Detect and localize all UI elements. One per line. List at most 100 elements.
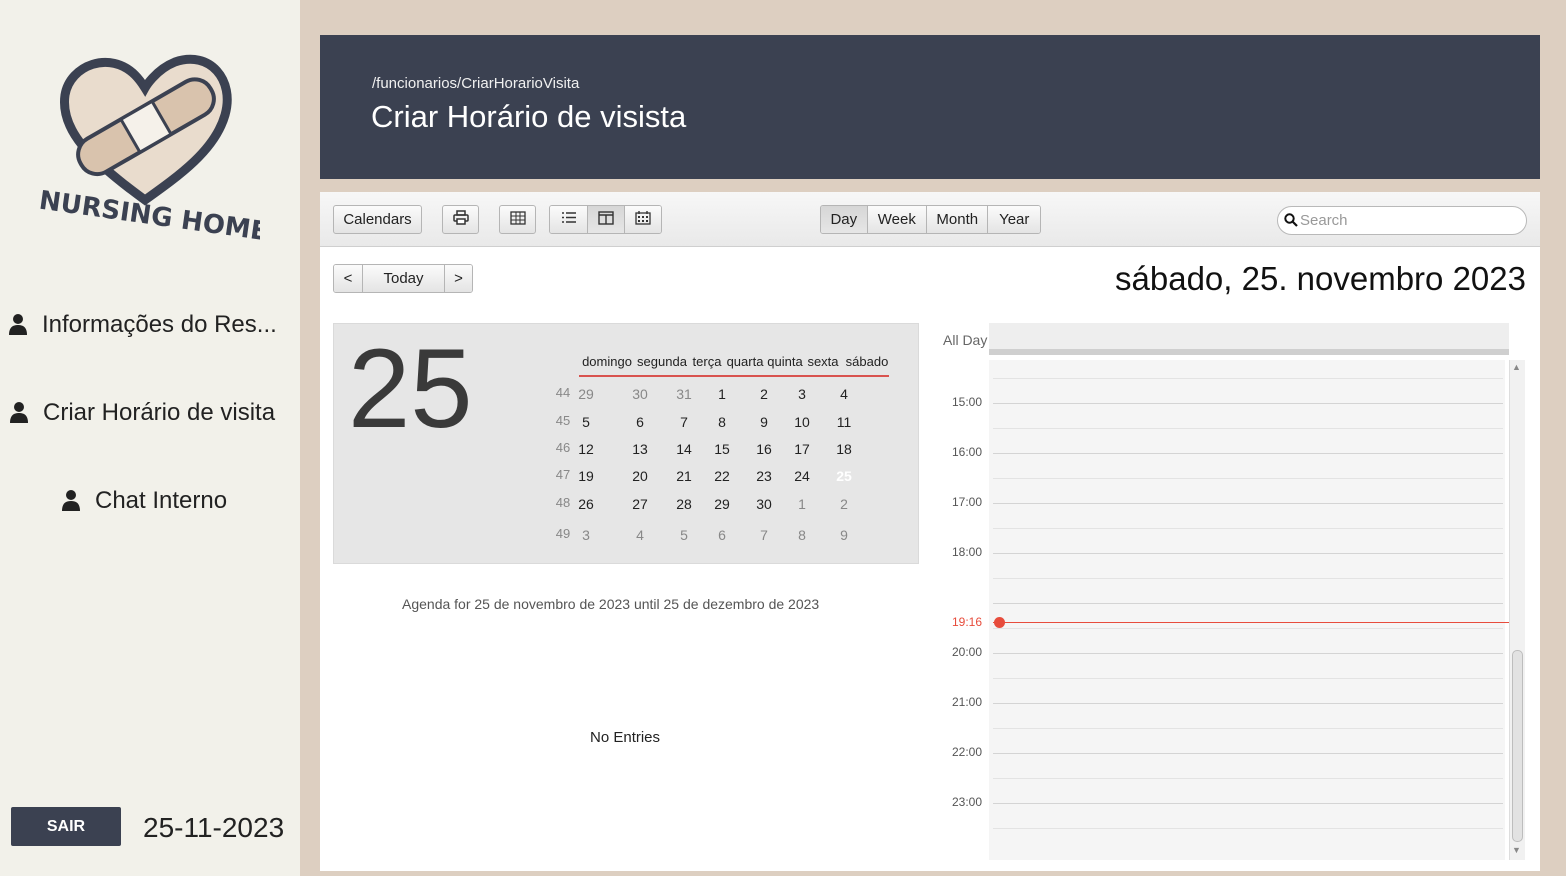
weekday-header: segunda <box>637 354 687 369</box>
mini-day[interactable]: 28 <box>664 496 704 512</box>
mini-day[interactable]: 31 <box>664 386 704 402</box>
mini-day[interactable]: 18 <box>824 441 864 457</box>
mini-day[interactable]: 5 <box>566 414 606 430</box>
search-input[interactable]: Search <box>1277 206 1527 235</box>
half-hour-line <box>993 428 1503 429</box>
calendar-panel: Calendars Day Week Month Year Search < T… <box>320 192 1540 871</box>
weekday-header: quarta <box>726 354 764 369</box>
sidebar-item-chat[interactable]: Chat Interno <box>61 481 227 521</box>
allday-row[interactable] <box>989 323 1509 355</box>
hour-label: 16:00 <box>951 445 982 459</box>
print-icon <box>452 210 469 229</box>
mini-day[interactable]: 4 <box>620 527 660 543</box>
mini-day[interactable]: 2 <box>824 496 864 512</box>
view-day-button[interactable]: Day <box>821 206 867 233</box>
search-icon <box>1284 213 1298 231</box>
current-date: 25-11-2023 <box>143 812 285 843</box>
date-heading: sábado, 25. novembro 2023 <box>1115 260 1526 297</box>
calendar-view-button[interactable] <box>624 206 661 233</box>
scroll-up-icon[interactable]: ▲ <box>1512 362 1521 372</box>
grid-view-button[interactable] <box>499 205 536 234</box>
sidebar-item-informacoes[interactable]: Informações do Res... <box>8 305 277 345</box>
mini-day[interactable]: 15 <box>702 441 742 457</box>
half-hour-line <box>993 728 1503 729</box>
mini-day[interactable]: 20 <box>620 468 660 484</box>
mini-day[interactable]: 8 <box>702 414 742 430</box>
mini-day[interactable]: 10 <box>782 414 822 430</box>
calendars-button[interactable]: Calendars <box>333 205 422 234</box>
mini-day[interactable]: 23 <box>744 468 784 484</box>
today-button[interactable]: Today <box>362 265 444 292</box>
mini-day[interactable]: 26 <box>566 496 606 512</box>
mini-day[interactable]: 1 <box>782 496 822 512</box>
mini-day[interactable]: 17 <box>782 441 822 457</box>
hour-line <box>993 603 1503 604</box>
mini-day[interactable]: 11 <box>824 414 864 430</box>
mini-day[interactable]: 1 <box>702 386 742 402</box>
hour-line <box>993 753 1503 754</box>
view-week-button[interactable]: Week <box>866 206 927 233</box>
mini-day[interactable]: 14 <box>664 441 704 457</box>
mini-day[interactable]: 12 <box>566 441 606 457</box>
mini-day[interactable]: 7 <box>744 527 784 543</box>
mini-day[interactable]: 5 <box>664 527 704 543</box>
mini-day[interactable]: 7 <box>664 414 704 430</box>
mini-day[interactable]: 29 <box>702 496 742 512</box>
mini-day[interactable]: 9 <box>824 527 864 543</box>
mini-month: 25 domingo segunda terça quarta quinta sexta s… <box>333 323 919 564</box>
mini-day[interactable]: 6 <box>702 527 742 543</box>
next-button[interactable]: > <box>444 265 472 292</box>
current-time-line <box>993 622 1509 623</box>
mini-day[interactable]: 2 <box>744 386 784 402</box>
hour-label: 23:00 <box>951 795 982 809</box>
mini-day[interactable]: 16 <box>744 441 784 457</box>
mini-day[interactable]: 3 <box>782 386 822 402</box>
day-column[interactable] <box>989 360 1505 860</box>
mini-day[interactable]: 21 <box>664 468 704 484</box>
weekday-header: domingo <box>582 354 632 369</box>
mini-day[interactable]: 30 <box>620 386 660 402</box>
mini-day[interactable]: 3 <box>566 527 606 543</box>
hour-line <box>993 703 1503 704</box>
view-month-button[interactable]: Month <box>926 206 988 233</box>
mini-day[interactable]: 22 <box>702 468 742 484</box>
timeline-scrollbar[interactable]: ▲ ▼ <box>1509 360 1525 860</box>
view-year-button[interactable]: Year <box>987 206 1040 233</box>
half-hour-line <box>993 478 1503 479</box>
mini-day[interactable]: 30 <box>744 496 784 512</box>
day-timeline[interactable]: 14:0015:0016:0017:0018:0020:0021:0022:00… <box>940 360 1525 860</box>
mini-day[interactable]: 25 <box>824 468 864 484</box>
sidebar-item-label: Chat Interno <box>95 487 228 514</box>
sidebar-item-criar-horario[interactable]: Criar Horário de visita <box>9 393 275 433</box>
mini-day[interactable]: 8 <box>782 527 822 543</box>
mini-day[interactable]: 24 <box>782 468 822 484</box>
mini-day[interactable]: 29 <box>566 386 606 402</box>
mini-day[interactable]: 9 <box>744 414 784 430</box>
weekday-header: terça <box>692 354 722 369</box>
split-view-button[interactable] <box>587 206 624 233</box>
print-button[interactable] <box>442 205 479 234</box>
hour-line <box>993 653 1503 654</box>
weekday-underline <box>579 375 889 377</box>
list-view-button[interactable] <box>550 206 587 233</box>
mini-day[interactable]: 13 <box>620 441 660 457</box>
mini-day[interactable]: 4 <box>824 386 864 402</box>
half-hour-line <box>993 378 1503 379</box>
no-entries-text: No Entries <box>590 729 661 746</box>
weekday-header: sábado <box>845 354 889 369</box>
prev-button[interactable]: < <box>334 265 362 292</box>
mini-day[interactable]: 27 <box>620 496 660 512</box>
mini-day[interactable]: 6 <box>620 414 660 430</box>
columns-icon <box>598 210 614 229</box>
hour-line <box>993 403 1503 404</box>
hour-label: 17:00 <box>951 495 982 509</box>
sidebar-item-label: Criar Horário de visita <box>43 399 276 426</box>
mini-day[interactable]: 19 <box>566 468 606 484</box>
scroll-thumb[interactable] <box>1512 650 1523 842</box>
hour-line <box>993 553 1503 554</box>
hour-label: 22:00 <box>951 745 982 759</box>
scroll-down-icon[interactable]: ▼ <box>1512 845 1521 855</box>
user-icon <box>9 401 31 425</box>
logout-button[interactable]: SAIR <box>11 807 121 846</box>
page-title: Criar Horário de visista <box>371 99 687 134</box>
